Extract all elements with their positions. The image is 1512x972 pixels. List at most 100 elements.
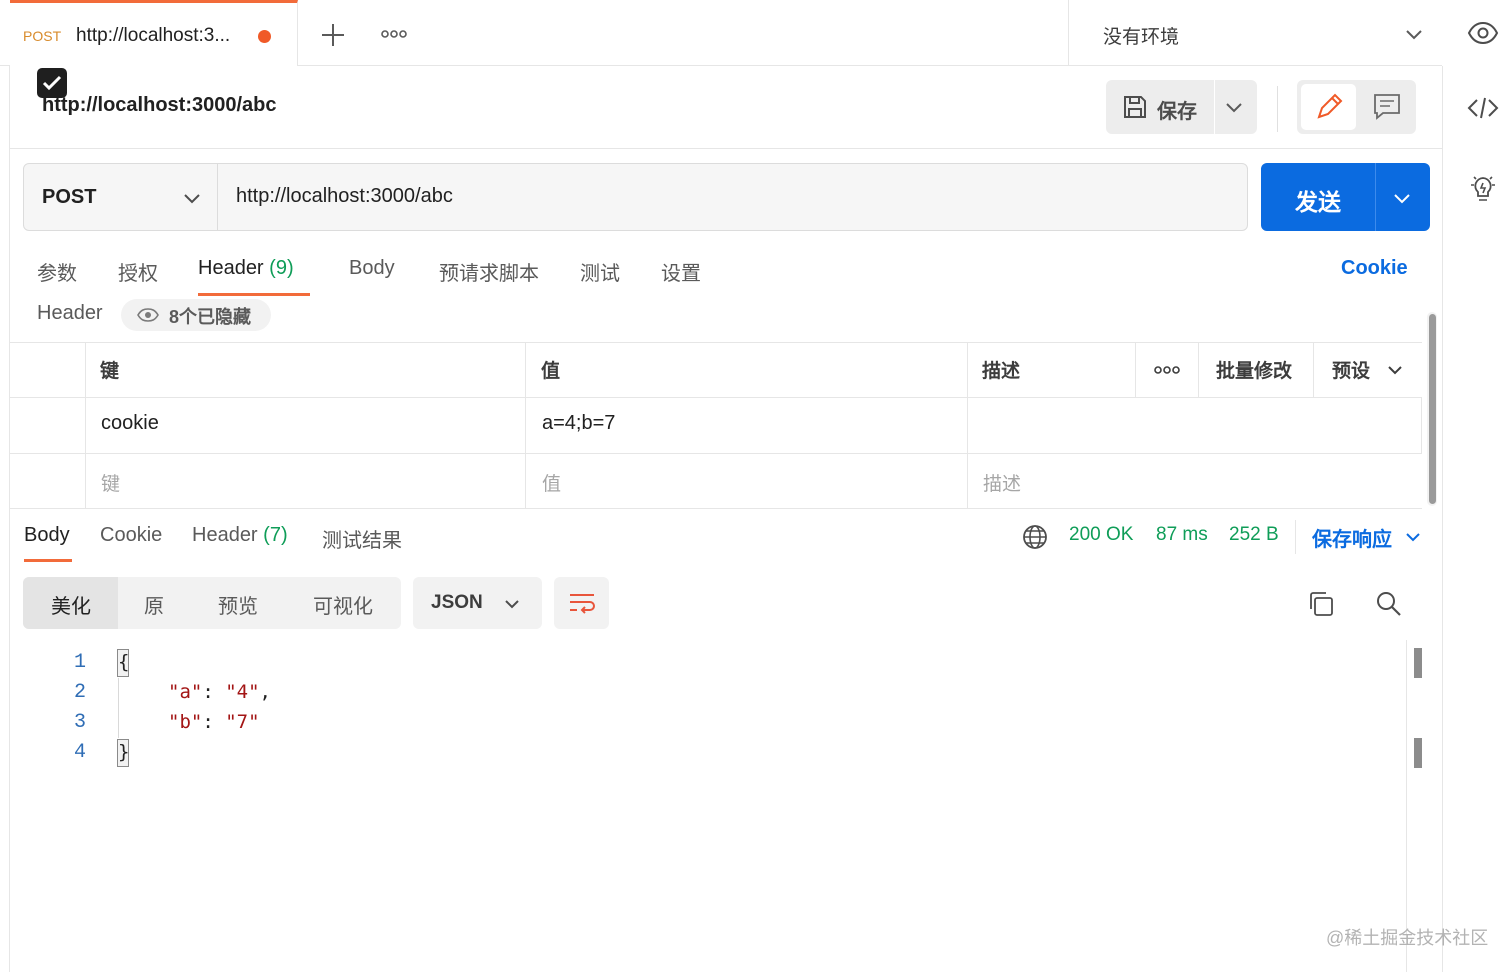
view-mode-toggle bbox=[1297, 80, 1416, 134]
column-header-description: 描述 bbox=[982, 361, 1021, 382]
tab-auth[interactable]: 授权 bbox=[118, 257, 158, 286]
save-divider bbox=[1214, 80, 1215, 134]
status-divider bbox=[1295, 520, 1296, 554]
table-border bbox=[10, 342, 1422, 343]
new-value-input[interactable]: 值 bbox=[542, 469, 561, 496]
json-comma: , bbox=[259, 681, 271, 703]
tab-settings[interactable]: 设置 bbox=[661, 257, 701, 286]
tab-body[interactable]: Body bbox=[349, 257, 395, 280]
tab-headers-count: (9) bbox=[269, 257, 294, 279]
request-tab-title: http://localhost:3... bbox=[76, 25, 231, 46]
headers-section-label: Header bbox=[37, 302, 103, 324]
send-button[interactable]: 发送 bbox=[1261, 163, 1375, 231]
comment-icon bbox=[1374, 94, 1400, 120]
column-options-button[interactable] bbox=[1151, 358, 1183, 382]
save-label: 保存 bbox=[1157, 101, 1197, 123]
code-icon[interactable] bbox=[1466, 94, 1500, 122]
save-response-chevron-down-icon[interactable] bbox=[1402, 527, 1424, 547]
new-key-input[interactable]: 键 bbox=[101, 469, 120, 496]
code-line: "b": "7" bbox=[168, 711, 260, 733]
wrap-lines-button[interactable] bbox=[554, 577, 609, 629]
cookie-link[interactable]: Cookie bbox=[1341, 257, 1408, 280]
code-scrollbar-marker bbox=[1414, 648, 1422, 678]
hidden-headers-toggle[interactable]: 8个已隐藏 bbox=[121, 299, 271, 331]
chevron-down-icon bbox=[505, 600, 519, 609]
format-raw-button[interactable]: 原 bbox=[144, 590, 164, 619]
table-border bbox=[1421, 397, 1422, 453]
response-tab-headers-label: Header bbox=[192, 524, 258, 546]
toolbar-divider bbox=[1277, 86, 1278, 132]
search-icon[interactable] bbox=[1374, 589, 1404, 619]
eye-icon[interactable] bbox=[1466, 20, 1500, 46]
bulb-icon[interactable] bbox=[1468, 172, 1498, 206]
response-status-code[interactable]: 200 OK bbox=[1069, 524, 1133, 546]
code-scrollbar-track[interactable] bbox=[1406, 640, 1407, 972]
table-border bbox=[525, 342, 526, 509]
save-response-button[interactable]: 保存响应 bbox=[1312, 523, 1392, 552]
save-button-group: 保存 bbox=[1106, 80, 1257, 134]
format-preview-button[interactable]: 预览 bbox=[218, 590, 258, 619]
request-title[interactable]: http://localhost:3000/abc bbox=[42, 94, 277, 117]
table-border bbox=[1198, 342, 1199, 398]
more-icon bbox=[1154, 366, 1180, 374]
active-response-tab-indicator bbox=[24, 559, 72, 562]
tab-params[interactable]: 参数 bbox=[37, 257, 77, 286]
chevron-down-icon bbox=[184, 194, 200, 204]
presets-chevron-down-icon[interactable] bbox=[1384, 360, 1406, 380]
table-border bbox=[85, 342, 86, 509]
eye-icon bbox=[137, 308, 159, 322]
header-value-cell[interactable]: a=4;b=7 bbox=[542, 412, 615, 435]
response-time[interactable]: 87 ms bbox=[1156, 524, 1208, 546]
json-key: "a" bbox=[168, 681, 203, 703]
response-tab-headers[interactable]: Header (7) bbox=[192, 524, 288, 547]
language-select[interactable]: JSON bbox=[413, 577, 542, 629]
globe-icon[interactable] bbox=[1021, 523, 1049, 551]
format-visualize-button[interactable]: 可视化 bbox=[313, 590, 373, 619]
wrap-icon bbox=[570, 594, 595, 614]
environment-label: 没有环境 bbox=[1103, 27, 1180, 48]
format-pretty-button[interactable]: 美化 bbox=[51, 590, 91, 619]
save-options-chevron-down-icon[interactable] bbox=[1222, 97, 1246, 117]
response-tab-body[interactable]: Body bbox=[24, 524, 70, 547]
active-tab-indicator bbox=[198, 293, 310, 296]
response-tab-cookie[interactable]: Cookie bbox=[100, 524, 162, 547]
line-number: 3 bbox=[73, 711, 86, 734]
response-size[interactable]: 252 B bbox=[1229, 524, 1279, 546]
response-tab-test-results[interactable]: 测试结果 bbox=[322, 524, 402, 553]
tab-pre-request-script[interactable]: 预请求脚本 bbox=[439, 257, 539, 286]
tab-headers-label: Header bbox=[198, 257, 264, 279]
column-header-key: 键 bbox=[100, 361, 120, 382]
edit-mode-button[interactable] bbox=[1301, 84, 1356, 130]
table-border bbox=[10, 508, 1422, 509]
environment-chevron-down-icon[interactable] bbox=[1402, 24, 1426, 44]
more-icon bbox=[381, 30, 407, 38]
method-select[interactable]: POST bbox=[24, 164, 218, 230]
presets-button[interactable]: 预设 bbox=[1332, 356, 1370, 383]
line-number: 1 bbox=[73, 651, 86, 674]
header-enabled-checkbox[interactable] bbox=[37, 68, 67, 98]
headers-table: 键 值 描述 批量修改 预设 cookie a=4;b=7 键 值 描述 bbox=[10, 342, 1422, 509]
more-tabs-button[interactable] bbox=[378, 22, 410, 46]
left-border bbox=[9, 66, 10, 972]
header-key-cell[interactable]: cookie bbox=[101, 412, 159, 435]
request-tab-method: POST bbox=[23, 28, 62, 44]
table-border bbox=[1313, 342, 1314, 398]
request-scrollbar-thumb[interactable] bbox=[1429, 314, 1436, 504]
pencil-icon bbox=[1317, 93, 1343, 119]
tab-headers[interactable]: Header (9) bbox=[198, 257, 294, 280]
url-input[interactable]: http://localhost:3000/abc bbox=[236, 185, 453, 208]
check-icon bbox=[42, 75, 62, 91]
tab-tests[interactable]: 测试 bbox=[580, 257, 620, 286]
new-description-input[interactable]: 描述 bbox=[983, 469, 1021, 496]
code-scrollbar-marker bbox=[1414, 738, 1422, 768]
json-value: "4" bbox=[225, 681, 260, 703]
table-border bbox=[967, 342, 968, 509]
bulk-edit-button[interactable]: 批量修改 bbox=[1216, 356, 1292, 383]
comment-mode-button[interactable] bbox=[1363, 84, 1411, 130]
copy-icon[interactable] bbox=[1306, 589, 1336, 619]
new-tab-button[interactable] bbox=[318, 20, 348, 50]
code-open-brace: { bbox=[118, 651, 130, 673]
send-options-chevron-down-icon[interactable] bbox=[1389, 187, 1415, 209]
save-button[interactable]: 保存 bbox=[1106, 80, 1214, 134]
request-tab[interactable]: POST http://localhost:3... bbox=[10, 0, 298, 66]
